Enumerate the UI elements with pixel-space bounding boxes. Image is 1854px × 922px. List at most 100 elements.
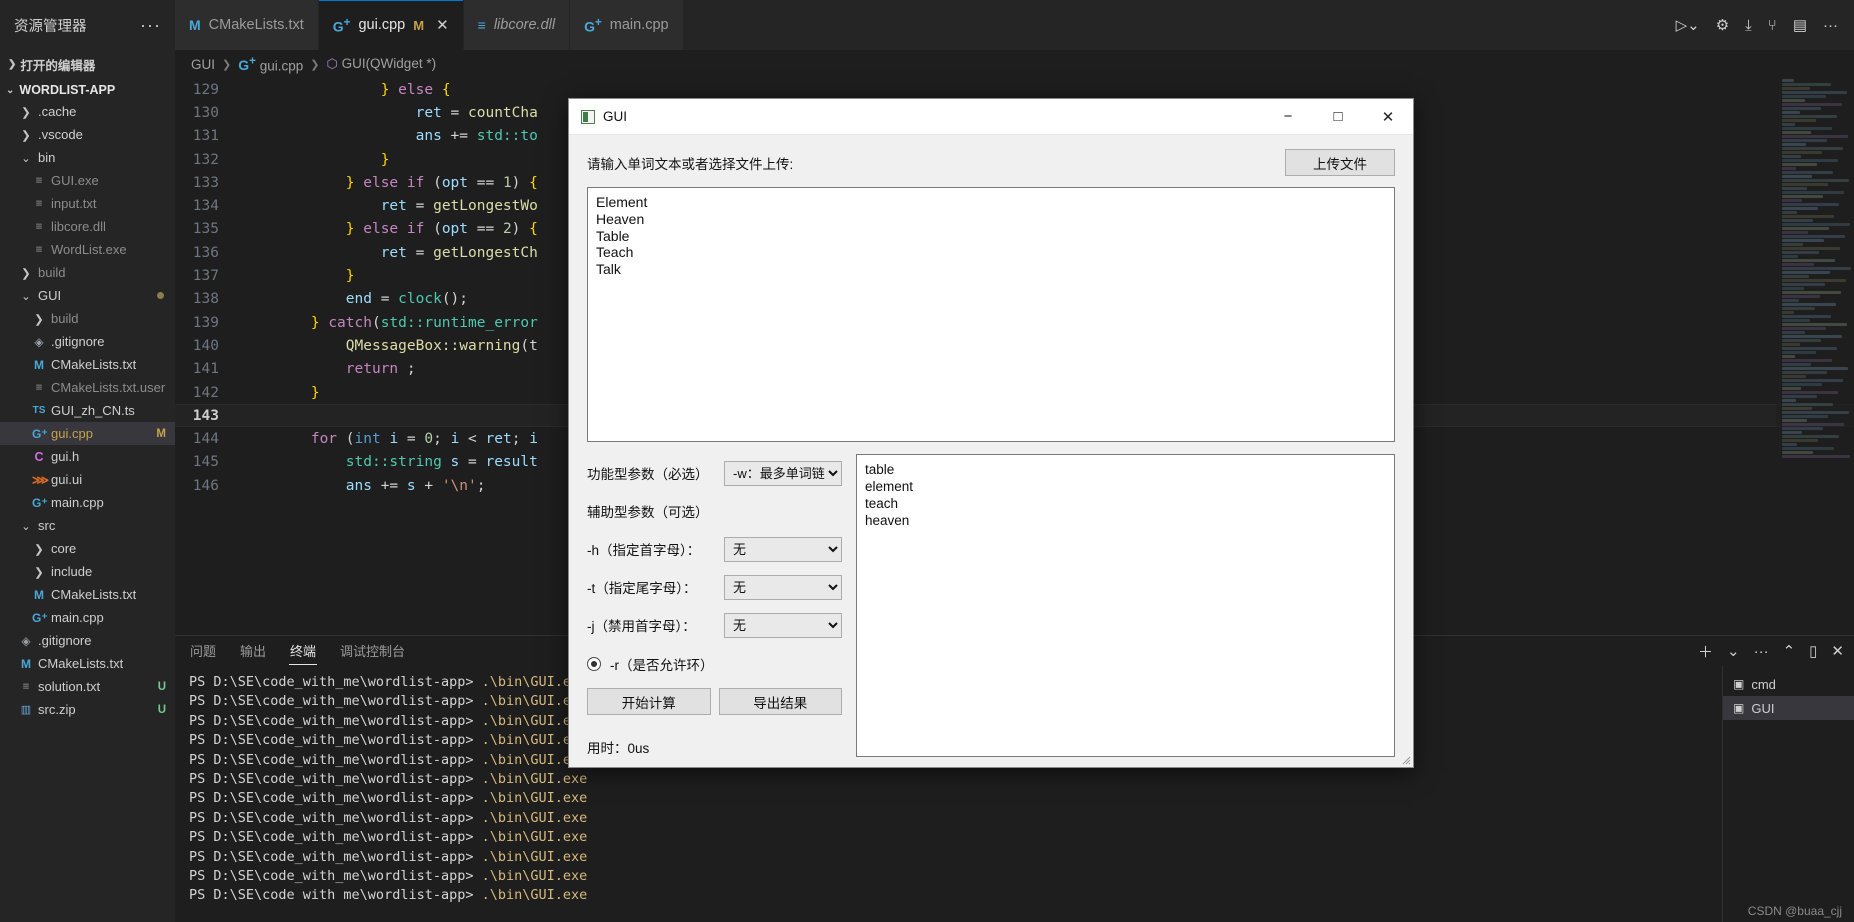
line-number: 143 (192, 407, 219, 424)
file-tree-label: .vscode (38, 127, 83, 142)
editor-tab-CMakeLists-txt[interactable]: M CMakeLists.txt (175, 0, 319, 50)
aux-param-row-1: -t（指定尾字母）： 无abc (587, 568, 842, 606)
tab-close-icon[interactable]: ✕ (436, 16, 449, 34)
file-tree-item-guiui[interactable]: ⋙ gui.ui (0, 468, 175, 491)
file-tree-label: WordList.exe (51, 242, 127, 257)
m-file-icon: M (21, 656, 31, 671)
code-text: ret = getLongestCh (380, 244, 538, 261)
file-tree-label: gui.cpp (51, 426, 93, 441)
terminal-instance-GUI[interactable]: ▣ GUI (1723, 696, 1854, 720)
file-tree-item-gitignore[interactable]: ◈ .gitignore (0, 629, 175, 652)
file-tree-item-CMakeListstxt[interactable]: M CMakeLists.txt (0, 583, 175, 606)
file-tree-item-srczip[interactable]: ▥ src.zip U (0, 698, 175, 721)
file-tree-item-GUI[interactable]: ⌄ GUI (0, 284, 175, 307)
breadcrumb-item[interactable]: GUI (191, 57, 215, 72)
open-editors-label: 打开的编辑器 (20, 58, 96, 73)
split-icon[interactable]: ▯ (1809, 642, 1817, 660)
panel-tab-终端[interactable]: 终端 (289, 637, 318, 665)
chevron-down-icon: ⌄ (21, 520, 31, 533)
close-icon[interactable]: ✕ (1831, 642, 1844, 660)
file-tree-item-build[interactable]: ❯ build (0, 307, 175, 330)
file-tree-item-bin[interactable]: ⌄ bin (0, 146, 175, 169)
aux-param-select-0[interactable]: 无abc (724, 536, 842, 562)
file-tree-item-guicpp[interactable]: G⁺ gui.cpp M (0, 422, 175, 445)
file-tree-item-GUI_zh_CNts[interactable]: TS GUI_zh_CN.ts (0, 399, 175, 422)
dialog-title-bar[interactable]: GUI − □ ✕ (569, 99, 1413, 135)
aux-param-select-1[interactable]: 无abc (724, 574, 842, 600)
result-output-area[interactable]: table element teach heaven (856, 454, 1395, 757)
file-tree-item-WordListexe[interactable]: ≡ WordList.exe (0, 238, 175, 261)
title-bar: 资源管理器 ··· M CMakeLists.txt G+ gui.cpp M ✕ … (0, 0, 1854, 50)
project-root-row[interactable]: ⌄ WORDLIST-APP (0, 80, 175, 100)
action-buttons-row: 开始计算 导出结果 (587, 688, 842, 715)
layout-icon[interactable]: ▤ (1793, 16, 1807, 34)
loop-option-row[interactable]: -r（是否允许环） (587, 644, 842, 684)
maximize-button[interactable]: □ (1313, 99, 1363, 134)
upload-file-button[interactable]: 上传文件 (1285, 149, 1395, 176)
gui-dialog: GUI − □ ✕ 请输入单词文本或者选择文件上传: 上传文件 Element H… (568, 98, 1414, 768)
file-tree-label: build (38, 265, 66, 280)
file-tree-item-inputtxt[interactable]: ≡ input.txt (0, 192, 175, 215)
git-untracked-badge: U (157, 680, 166, 693)
word-input-textarea[interactable]: Element Heaven Table Teach Talk (587, 187, 1395, 442)
line-number: 137 (192, 268, 219, 285)
terminal-instance-cmd[interactable]: ▣ cmd (1723, 672, 1854, 696)
panel-tab-问题[interactable]: 问题 (189, 637, 217, 665)
loop-radio-icon[interactable] (587, 657, 601, 671)
file-tree-item-solutiontxt[interactable]: ≡ solution.txt U (0, 675, 175, 698)
breadcrumb-item[interactable]: ⬡ GUI(QWidget *) (326, 56, 436, 72)
close-button[interactable]: ✕ (1363, 99, 1413, 134)
input-header-row: 请输入单词文本或者选择文件上传: 上传文件 (587, 149, 1395, 176)
panel-tab-调试控制台[interactable]: 调试控制台 (339, 637, 406, 665)
file-tree-item-build[interactable]: ❯ build (0, 261, 175, 284)
editor-tab-libcore-dll[interactable]: ≡ libcore.dll (463, 0, 571, 50)
minimize-button[interactable]: − (1263, 99, 1313, 134)
export-result-button[interactable]: 导出结果 (718, 688, 842, 715)
editor-tab-main-cpp[interactable]: G+ main.cpp (570, 0, 684, 50)
more-icon[interactable]: ··· (1823, 17, 1838, 34)
file-tree-item-guih[interactable]: Cgui.h (0, 445, 175, 468)
open-editors-section[interactable]: ❯ 打开的编辑器 (0, 50, 175, 78)
editor-tab-gui-cpp[interactable]: G+ gui.cpp M ✕ (318, 0, 464, 50)
vscode-window: 资源管理器 ··· M CMakeLists.txt G+ gui.cpp M ✕ … (0, 0, 1854, 922)
file-tree-item-vscode[interactable]: ❯ .vscode (0, 123, 175, 146)
add-terminal-icon[interactable]: ＋ (1698, 641, 1713, 662)
download-icon[interactable]: ⤓ (1745, 17, 1752, 34)
aux-param-select-2[interactable]: 无abc (724, 612, 842, 638)
file-tree-item-cache[interactable]: ❯ .cache (0, 100, 175, 123)
breadcrumb-item[interactable]: G+ gui.cpp (238, 55, 303, 74)
breadcrumb[interactable]: GUI ❯ G+ gui.cpp ❯ ⬡ GUI(QWidget *) (175, 50, 1854, 78)
gear-icon[interactable]: ⚙ (1716, 16, 1729, 34)
aux-param-label: -t（指定尾字母）： (587, 581, 697, 596)
resize-grip-icon[interactable] (1399, 753, 1411, 765)
file-tree-item-maincpp[interactable]: G⁺ main.cpp (0, 491, 175, 514)
more-icon[interactable]: ··· (1754, 643, 1769, 660)
titlebar-actions: ▷⌄ ⚙ ⤓ ⑂ ▤ ··· (1659, 0, 1854, 50)
source-control-icon[interactable]: ⑂ (1768, 17, 1777, 34)
run-icon[interactable]: ▷⌄ (1676, 16, 1700, 34)
panel-tab-输出[interactable]: 输出 (239, 637, 267, 665)
file-tree-item-gitignore[interactable]: ◈ .gitignore (0, 330, 175, 353)
file-tree-label: .gitignore (51, 334, 105, 349)
minimap[interactable] (1776, 78, 1854, 635)
file-tree-item-CMakeListstxtuser[interactable]: ≡ CMakeLists.txt.user (0, 376, 175, 399)
terminal-line: PS D:\SE\code_with_me\wordlist-app> .\bi… (189, 829, 588, 846)
file-tree-label: main.cpp (51, 495, 104, 510)
explorer-more-icon[interactable]: ··· (140, 15, 161, 36)
file-tree-item-libcoredll[interactable]: ≡ libcore.dll (0, 215, 175, 238)
file-tree-item-include[interactable]: ❯ include (0, 560, 175, 583)
panel-actions: ＋ ⌄ ··· ⌃ ▯ ✕ (1698, 641, 1844, 662)
file-tree-item-GUIexe[interactable]: ≡ GUI.exe (0, 169, 175, 192)
file-tree-label: GUI.exe (51, 173, 99, 188)
file-tree-item-CMakeListstxt[interactable]: M CMakeLists.txt (0, 652, 175, 675)
file-tree-item-CMakeListstxt[interactable]: M CMakeLists.txt (0, 353, 175, 376)
file-tree-item-src[interactable]: ⌄ src (0, 514, 175, 537)
line-number: 136 (192, 244, 219, 261)
start-calculation-button[interactable]: 开始计算 (587, 688, 711, 715)
chevron-up-icon[interactable]: ⌃ (1783, 642, 1796, 660)
file-tree-item-core[interactable]: ❯ core (0, 537, 175, 560)
file-tree-item-maincpp[interactable]: G⁺ main.cpp (0, 606, 175, 629)
function-param-select[interactable]: -w：最多单词链-c：最多字母链-n：单词链数量 (724, 460, 842, 486)
chevron-down-icon[interactable]: ⌄ (1727, 642, 1740, 660)
code-text: } (345, 268, 355, 285)
